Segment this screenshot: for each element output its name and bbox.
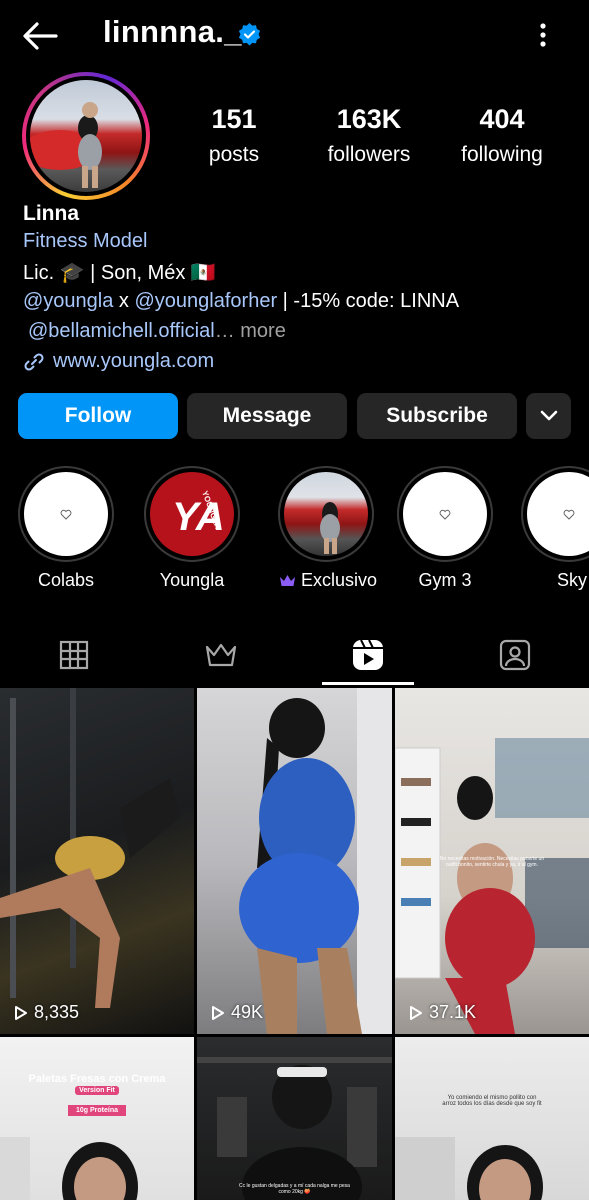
followers-count: 163K <box>336 104 402 134</box>
heart-icon <box>60 509 72 520</box>
reels-icon <box>352 639 383 670</box>
reel-caption: Cc le gustan delgadas y a mí cada nalga … <box>239 1183 350 1195</box>
bio-link[interactable]: www.youngla.com <box>23 350 214 373</box>
stat-following[interactable]: 404 following <box>452 104 552 167</box>
reel-image <box>0 688 180 1008</box>
tab-reels[interactable] <box>294 626 441 684</box>
stat-followers[interactable]: 163K followers <box>318 104 420 167</box>
reel-caption: Yo comiendo el mismo pollito con arroz t… <box>442 1095 542 1107</box>
tab-subscriptions[interactable] <box>147 626 294 684</box>
play-icon <box>410 1005 422 1020</box>
highlight-youngla[interactable]: YA YOUNGLA Youngla <box>142 466 242 591</box>
reel-image <box>395 1137 543 1200</box>
youngla-logo: YA YOUNGLA <box>150 472 234 556</box>
bio-link-text: www.youngla.com <box>53 350 215 372</box>
highlight-cover <box>403 472 487 556</box>
stat-posts: 151 posts <box>198 104 270 167</box>
bio-code-text: | -15% code: LINNA <box>277 290 460 312</box>
link-icon <box>24 352 44 371</box>
suggested-dropdown-button[interactable] <box>526 393 571 439</box>
kebab-menu-icon[interactable] <box>532 20 554 50</box>
reel-thumbnail[interactable]: 49K <box>197 688 392 1034</box>
reel-image <box>197 1057 392 1200</box>
reel-thumbnail[interactable]: No necesitas motivación. Necesitas poner… <box>395 688 589 1034</box>
tagged-person-icon <box>499 639 530 671</box>
posts-count: 151 <box>211 104 257 134</box>
highlight-label: Exclusivo <box>300 570 378 590</box>
profile-category: Fitness Model <box>23 230 148 252</box>
following-label: following <box>461 143 543 166</box>
bio-line-3: @bellamichell.official… more <box>23 320 286 343</box>
verified-badge-icon <box>238 23 261 46</box>
reel-thumbnail[interactable]: Yo comiendo el mismo pollito con arroz t… <box>395 1037 589 1200</box>
highlight-cover <box>24 472 108 556</box>
reel-views: 37.1K <box>409 1002 476 1023</box>
chevron-down-icon <box>540 410 557 421</box>
highlight-label: Youngla <box>159 570 225 590</box>
profile-avatar[interactable] <box>22 72 150 200</box>
reel-caption: No necesitas motivación. Necesitas poner… <box>439 856 545 868</box>
highlight-label: Colabs <box>37 570 95 590</box>
highlight-label: Sky <box>557 570 588 590</box>
reel-views: 8,335 <box>14 1002 79 1023</box>
highlight-sky[interactable]: Sky <box>521 466 589 591</box>
bio-separator: x <box>113 290 135 312</box>
bio-line-1: Lic. 🎓 | Son, Méx 🇲🇽 <box>23 262 216 284</box>
back-arrow-icon[interactable] <box>20 18 60 54</box>
heart-icon <box>563 509 575 520</box>
highlight-label-row: Exclusivo <box>268 570 388 591</box>
reel-caption-badge: Version Fit <box>0 1086 194 1095</box>
avatar-photo <box>30 80 142 192</box>
reel-thumbnail[interactable]: 8,335 <box>0 688 194 1034</box>
followers-label: followers <box>327 143 411 166</box>
reel-thumbnail[interactable]: Cc le gustan delgadas y a mí cada nalga … <box>197 1037 392 1200</box>
message-button[interactable]: Message <box>187 393 347 439</box>
profile-tabs <box>0 626 589 686</box>
bio-more-button[interactable]: … more <box>215 320 286 342</box>
reel-caption-sub: 10g Proteína <box>0 1099 194 1117</box>
mention-bellamichell[interactable]: @bellamichell.official <box>28 320 215 342</box>
grid-icon <box>59 640 88 670</box>
bio-line-2: @youngla x @younglaforher | -15% code: L… <box>23 290 459 313</box>
reel-caption: Paletas Fresas con Crema <box>28 1073 166 1085</box>
mention-youngla[interactable]: @youngla <box>23 290 113 312</box>
reel-views: 49K <box>211 1002 263 1023</box>
follow-button[interactable]: Follow <box>18 393 178 439</box>
reel-thumbnail[interactable]: Paletas Fresas con Crema Version Fit 10g… <box>0 1037 194 1200</box>
highlight-colabs[interactable]: Colabs <box>16 466 116 591</box>
play-icon <box>212 1005 224 1020</box>
heart-icon <box>439 509 451 520</box>
play-icon <box>15 1005 27 1020</box>
subscribe-button[interactable]: Subscribe <box>357 393 517 439</box>
tab-tagged[interactable] <box>441 626 588 684</box>
highlight-gym3[interactable]: Gym 3 <box>395 466 495 591</box>
profile-display-name: Linna <box>23 202 79 225</box>
highlight-label: Gym 3 <box>418 570 472 590</box>
posts-label: posts <box>208 143 260 166</box>
highlight-cover <box>284 472 368 556</box>
highlight-cover <box>527 472 589 556</box>
crown-icon <box>279 575 295 586</box>
mention-younglaforher[interactable]: @younglaforher <box>135 290 278 312</box>
highlight-exclusivo[interactable]: Exclusivo <box>268 466 388 591</box>
crown-icon <box>205 643 236 667</box>
profile-username: linnnna._ <box>103 14 242 49</box>
top-bar: linnnna._ <box>0 0 589 70</box>
following-count: 404 <box>479 104 525 134</box>
reel-image <box>239 688 392 1034</box>
active-tab-indicator <box>322 682 414 685</box>
reel-image <box>0 1137 138 1200</box>
tab-posts[interactable] <box>0 626 147 684</box>
